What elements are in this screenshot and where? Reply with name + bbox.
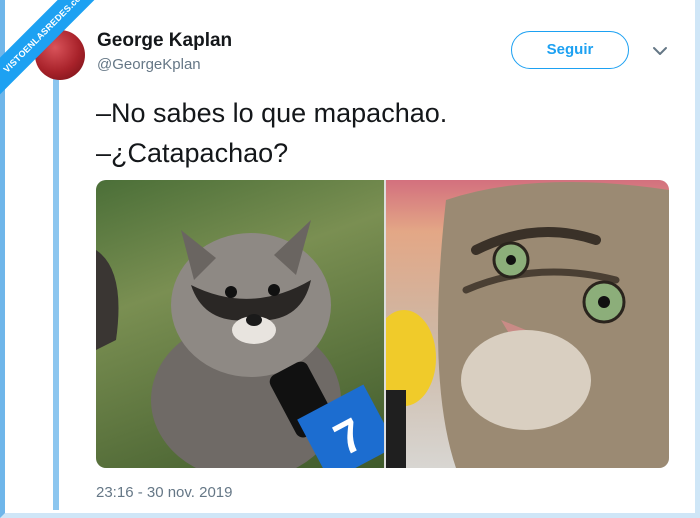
- thread-line: [53, 70, 59, 510]
- media-grid[interactable]: 7: [96, 180, 669, 468]
- author-name[interactable]: George Kaplan: [97, 30, 232, 52]
- tweet-timestamp[interactable]: 23:16 - 30 nov. 2019: [96, 484, 233, 501]
- raccoon-illustration: 7: [96, 220, 397, 468]
- cat-illustration: [372, 182, 669, 468]
- tweet-text-line-1: –No sabes lo que mapachao.: [96, 98, 448, 128]
- chevron-down-icon[interactable]: [651, 42, 669, 60]
- tweet-text-line-2: –¿Catapachao?: [96, 138, 289, 168]
- cat-photo[interactable]: [372, 180, 669, 468]
- follow-button[interactable]: Seguir: [511, 31, 629, 69]
- raccoon-photo[interactable]: 7: [96, 180, 397, 468]
- author-handle[interactable]: @GeorgeKplan: [97, 56, 201, 73]
- tweet-card: George Kaplan @GeorgeKplan Seguir –No sa…: [0, 0, 700, 518]
